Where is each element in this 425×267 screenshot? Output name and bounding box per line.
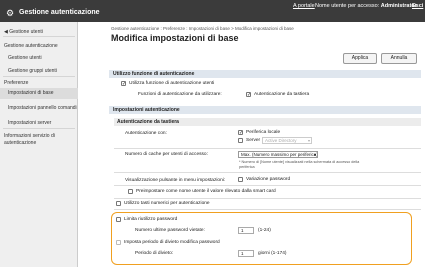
change-password-label: Variazione password bbox=[246, 177, 291, 182]
section-use-auth: Utilizzo funzione di autenticazione bbox=[109, 70, 421, 78]
sidebar: ◀ Gestione utenti Gestione autenticazion… bbox=[0, 22, 78, 267]
apply-button[interactable]: Applica bbox=[343, 53, 377, 64]
cache-label: Numero di cache per utenti di accesso: bbox=[125, 152, 208, 157]
use-auth-label: Utilizza funzione di autenticazione uten… bbox=[129, 81, 215, 86]
divider bbox=[114, 209, 421, 210]
breadcrumb: Gestione autenticazione : Preferenze : I… bbox=[111, 26, 294, 31]
panel-auth-checkbox[interactable] bbox=[246, 92, 251, 98]
portal-link[interactable]: A portale bbox=[293, 3, 315, 9]
functions-label: Funzioni di autenticazione da utilizzare… bbox=[138, 92, 222, 97]
divider bbox=[114, 172, 421, 173]
sidebar-item-server-settings[interactable]: Impostazioni server bbox=[0, 120, 78, 126]
auth-with-label: Autenticazione con: bbox=[125, 131, 167, 136]
divider bbox=[114, 148, 421, 149]
sidebar-item-users[interactable]: Gestione utenti bbox=[0, 55, 78, 61]
preregister-checkbox[interactable] bbox=[128, 189, 133, 194]
divider bbox=[114, 185, 421, 186]
section-auth-settings: Impostazioni autenticazione bbox=[109, 106, 421, 114]
panel-auth-label: Autenticazione da tastiera bbox=[254, 92, 310, 97]
server-label: Server bbox=[246, 138, 261, 143]
sidebar-item-user-groups[interactable]: Gestione gruppi utenti bbox=[0, 68, 78, 74]
sidebar-back-link[interactable]: ◀ Gestione utenti bbox=[0, 29, 78, 35]
numeric-keys-checkbox[interactable] bbox=[116, 201, 121, 206]
page-title: Modifica impostazioni di base bbox=[111, 33, 239, 43]
server-checkbox[interactable] bbox=[238, 138, 243, 143]
sidebar-section-auth: Gestione autenticazione bbox=[4, 43, 58, 49]
local-device-checkbox[interactable] bbox=[238, 130, 243, 136]
sidebar-section-preferences: Preferenze bbox=[4, 80, 29, 86]
server-select[interactable]: Active Directory ▾ bbox=[262, 137, 312, 144]
sidebar-item-auth-info-2[interactable]: autenticazione bbox=[0, 140, 78, 146]
chevron-down-icon: ▾ bbox=[307, 138, 310, 143]
cancel-button[interactable]: Annulla bbox=[381, 53, 417, 64]
cache-note-1: * Numero di [Nome utente] visualizzati n… bbox=[239, 160, 360, 164]
subsection-panel-auth: Autenticazione da tastiera bbox=[114, 118, 421, 126]
gear-icon: ⚙ bbox=[6, 8, 15, 18]
local-device-label: Periferica locale bbox=[246, 130, 281, 135]
preregister-label: Preimpostare come nome utente il valore … bbox=[136, 189, 276, 194]
sidebar-item-basic-settings[interactable]: Impostazioni di base bbox=[0, 88, 78, 99]
divider bbox=[3, 36, 75, 37]
server-select-value: Active Directory bbox=[265, 138, 297, 143]
sidebar-item-auth-info-1[interactable]: Informazioni servizio di bbox=[0, 133, 78, 139]
user-prefix: Nome utente per accesso: bbox=[315, 3, 380, 9]
cache-note-2: periferica bbox=[239, 165, 255, 169]
divider bbox=[3, 76, 75, 77]
header-bar: ⚙ Gestione autenticazione A portale Nome… bbox=[0, 0, 425, 22]
user-info: Nome utente per accesso: Administrator bbox=[315, 3, 417, 9]
sidebar-item-panel-settings[interactable]: Impostazioni pannello comandi bbox=[0, 105, 78, 111]
logout-link[interactable]: Esci bbox=[412, 3, 423, 9]
cache-select-value: Max. (Numero massimo per periferica) bbox=[241, 152, 318, 157]
app-title: Gestione autenticazione bbox=[19, 9, 100, 16]
button-display-label: Visualizzazione pulsante in menu imposta… bbox=[125, 178, 226, 183]
use-auth-checkbox[interactable] bbox=[121, 81, 126, 87]
change-password-checkbox[interactable] bbox=[238, 177, 243, 182]
divider bbox=[114, 198, 421, 199]
highlight-box bbox=[111, 212, 412, 265]
cache-select[interactable]: Max. (Numero massimo per periferica) ▾ bbox=[238, 151, 318, 158]
chevron-down-icon: ▾ bbox=[313, 152, 316, 157]
divider bbox=[3, 128, 75, 129]
numeric-keys-label: Utilizzo tasti numerici per autenticazio… bbox=[124, 201, 210, 206]
